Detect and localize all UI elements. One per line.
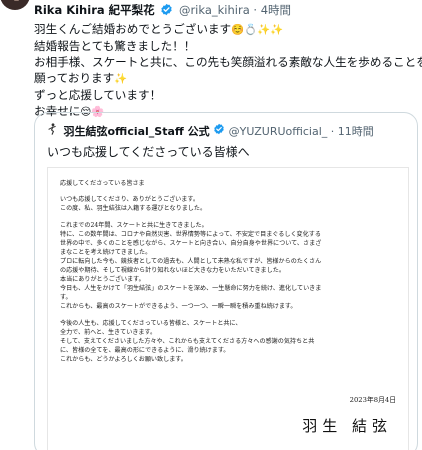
letter-image[interactable]: 応援してくださっている皆さま いつも応援してくださり、ありがとうございます。 こ… — [47, 167, 409, 450]
post-time[interactable]: 4時間 — [261, 3, 291, 17]
letter-line: これからも、どうかよろしくお願い致します。 — [60, 356, 187, 363]
author-avatar[interactable] — [0, 0, 30, 10]
quoted-author-name[interactable]: 羽生結弦official_Staff 公式 — [64, 125, 210, 138]
post-line: お相手様、スケートと共に、この先も笑顔溢れる素敵な人生を歩めることを — [34, 55, 422, 69]
letter-line: 世界の中で、多くのことを感じながら、スケートと向き合い、自分自身や世界について、… — [60, 240, 322, 247]
letter-line: 今日も、人生をかけて「羽生結弦」のスケートを深め、一生懸命に努力を続け、進化して… — [60, 285, 322, 292]
letter-line: まなことを考え続けてきました。 — [60, 249, 152, 256]
author-handle[interactable]: @rika_kihira — [179, 3, 250, 17]
post-line: ずっと応援しています！ — [34, 88, 162, 102]
letter-line: 今後の人生も、応援してくださっている皆様と、スケートと共に、 — [60, 320, 242, 327]
letter-line: 本当にありがとうございます。 — [60, 276, 145, 283]
letter-line: プロに転向した今も、競技者としての過去も、人間として未熟な私ですが、皆様からのた… — [60, 258, 322, 265]
letter-line: これからも、最高のスケートができるよう、一つ一つ、一瞬一瞬を積み重ね続けます。 — [60, 303, 297, 310]
letter-line: そして、支えてくださいました方々や、これからも支えてくださる方々への感謝の気持ち… — [60, 338, 315, 345]
emoji-group: ☺️💍✨✨ — [231, 24, 284, 36]
letter-line: 応援してくださっている皆さま — [60, 180, 145, 187]
letter-date: 2023年8月4日 — [349, 396, 396, 404]
post-line: 結婚報告とても驚きました！！ — [34, 39, 196, 53]
letter-signature: 羽生 結弦 — [302, 417, 392, 435]
author-name[interactable]: Rika Kihira 紀平梨花 — [34, 3, 155, 17]
quoted-post-header: 羽生結弦official_Staff 公式 @YUZURUofficial_ ·… — [47, 123, 374, 139]
quoted-post[interactable]: 羽生結弦official_Staff 公式 @YUZURUofficial_ ·… — [34, 112, 418, 450]
verified-badge-icon — [213, 123, 229, 138]
quoted-author-handle[interactable]: @YUZURUofficial_ — [229, 125, 328, 138]
letter-line: 全力で、前へと、生きていきます。 — [60, 329, 157, 336]
quoted-post-time[interactable]: 11時間 — [338, 125, 374, 138]
letter-line: に、皆様の全てを、最高の形にできるように、滑り続けます。 — [60, 347, 230, 354]
post-body: 羽生くんご結婚おめでとうございます☺️💍✨✨ 結婚報告とても驚きました！！ お相… — [34, 21, 422, 120]
letter-line: 特に、この数年間は、コロナや自然災害、世界情勢等によって、不安定で目まぐるしく変… — [60, 231, 321, 238]
post-line: 羽生くんご結婚おめでとうございます☺️💍✨✨ — [34, 22, 284, 36]
letter-line: の応援や期待、そして視線から計り知れないほど大きな力をいただいてきました。 — [60, 267, 285, 274]
quoted-post-text: いつも応援してくださっている皆様へ — [47, 145, 250, 159]
letter-line: いつも応援してくださり、ありがとうございます。 — [60, 196, 199, 203]
letter-line: す。 — [60, 294, 72, 301]
figure-skater-icon — [47, 123, 61, 138]
verified-badge-icon — [160, 3, 173, 19]
post-line: 願っております✨ — [34, 71, 128, 85]
header-separator: · — [330, 125, 335, 138]
sparkles-icon: ✨ — [114, 73, 128, 85]
header-separator: · — [253, 3, 258, 17]
post-header: Rika Kihira 紀平梨花 @rika_kihira · 4時間 — [34, 2, 291, 19]
letter-line: この度、私、羽生結弦は入籍する運びとなりました。 — [60, 205, 207, 212]
letter-line: これまでの24年間、スケートと共に生きてきました。 — [60, 222, 208, 229]
